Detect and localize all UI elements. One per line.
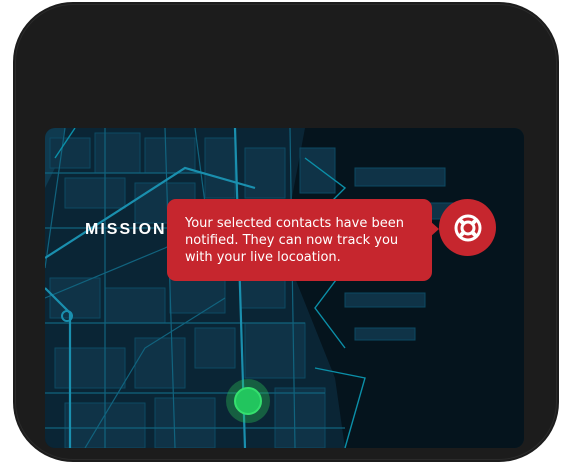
map-view[interactable]: MISSION (45, 128, 524, 448)
map-canvas (45, 128, 524, 448)
location-dot-icon (234, 387, 262, 415)
sos-lifebuoy-button[interactable] (439, 199, 496, 256)
notification-toast-pointer (430, 221, 439, 237)
notification-message: Your selected contacts have been notifie… (185, 216, 404, 265)
district-label-mission: MISSION (85, 221, 167, 238)
lifebuoy-icon (454, 214, 481, 241)
current-location-marker[interactable] (226, 379, 270, 423)
notification-toast: Your selected contacts have been notifie… (167, 199, 432, 281)
